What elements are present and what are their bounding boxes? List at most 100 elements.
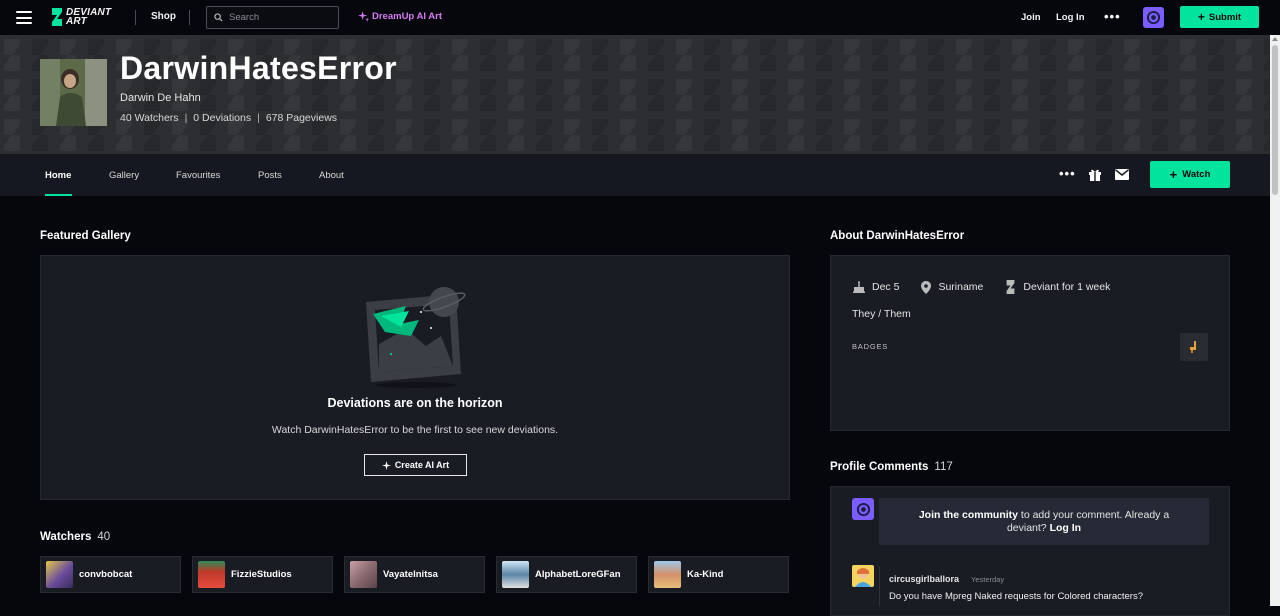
- profile-comments-title: Profile Comments 117: [830, 461, 953, 473]
- commenter-avatar[interactable]: [852, 565, 874, 587]
- comment-item: circusgirlballora Yesterday Do you have …: [879, 566, 1209, 606]
- guest-avatar: [852, 498, 874, 520]
- tab-about[interactable]: About: [319, 170, 344, 181]
- dreamup-link[interactable]: DreamUp AI Art: [358, 11, 442, 22]
- mail-icon[interactable]: [1115, 169, 1129, 180]
- comments-count: 117: [934, 461, 953, 473]
- member-since-item: Deviant for 1 week: [1005, 280, 1110, 294]
- watcher-name: FizzieStudios: [231, 569, 292, 580]
- profile-avatar[interactable]: [40, 59, 107, 126]
- tab-gallery[interactable]: Gallery: [109, 170, 139, 181]
- comment-text: Do you have Mpreg Naked requests for Col…: [889, 591, 1143, 602]
- profile-comments-panel: Join the community to add your comment. …: [830, 486, 1230, 616]
- watcher-card[interactable]: AlphabetLoreGFan: [496, 556, 637, 593]
- watcher-card[interactable]: Vayatelnitsa: [344, 556, 485, 593]
- dreamup-icon: [381, 460, 391, 470]
- profile-realname: Darwin De Hahn: [120, 92, 201, 104]
- profile-tabs: Home Gallery Favourites Posts About •••: [0, 154, 1270, 196]
- login-link[interactable]: Log In: [1056, 12, 1085, 23]
- shop-link[interactable]: Shop: [151, 11, 176, 22]
- birthday-item: Dec 5: [853, 281, 899, 293]
- create-ai-art-button[interactable]: Create AI Art: [364, 454, 467, 476]
- comment-timestamp: Yesterday: [971, 575, 1005, 584]
- watchers-count: 40: [97, 531, 111, 543]
- watcher-avatar: [654, 561, 681, 588]
- watcher-name: Vayatelnitsa: [383, 569, 438, 580]
- logo-text: DEVIANT ART: [66, 8, 111, 27]
- watcher-avatar: [350, 561, 377, 588]
- gift-icon[interactable]: [1088, 167, 1102, 181]
- active-tab-indicator: [45, 194, 72, 196]
- location-pin-icon: [921, 280, 932, 294]
- watchers-title: Watchers 40: [40, 531, 110, 543]
- plus-icon: +: [1197, 10, 1205, 24]
- pronouns-text: They / Them: [852, 308, 911, 320]
- scroll-up-arrow[interactable]: [1272, 37, 1278, 41]
- stat-pageviews: 678 Pageviews: [265, 112, 338, 124]
- tab-posts[interactable]: Posts: [258, 170, 282, 181]
- empty-gallery-heading: Deviations are on the horizon: [327, 396, 503, 410]
- join-community-link[interactable]: Join the community: [919, 509, 1018, 521]
- empty-gallery-subtitle: Watch DarwinHatesError to be the first t…: [271, 424, 559, 436]
- join-rest-text: to add your comment. Already a deviant?: [1006, 508, 1170, 534]
- tab-home[interactable]: Home: [45, 170, 71, 181]
- plus-icon: +: [1169, 166, 1178, 182]
- badges-label: BADGES: [852, 342, 889, 351]
- cake-icon: [853, 281, 865, 293]
- birthday-text: Dec 5: [872, 281, 900, 293]
- commenter-avatar-image: [852, 565, 874, 587]
- watcher-avatar: [198, 561, 225, 588]
- about-title: About DarwinHatesError: [830, 230, 965, 242]
- featured-gallery-title: Featured Gallery: [40, 230, 131, 242]
- user-avatar[interactable]: [1143, 7, 1164, 28]
- profile-photo: [40, 59, 107, 126]
- page-scrollbar[interactable]: [1270, 35, 1280, 606]
- stat-watchers[interactable]: 40 Watchers: [120, 112, 179, 124]
- watch-button[interactable]: + Watch: [1150, 161, 1230, 188]
- deviantart-logo[interactable]: DEVIANT ART: [50, 8, 111, 27]
- watcher-avatar: [46, 561, 73, 588]
- sparkle-icon: [358, 11, 369, 22]
- watcher-name: AlphabetLoreGFan: [535, 569, 621, 580]
- join-link[interactable]: Join: [1021, 12, 1041, 23]
- comments-label: Profile Comments: [830, 461, 929, 473]
- join-prompt-text: Join the community to add your comment. …: [905, 509, 1183, 535]
- about-info-row: Dec 5 Suriname Deviant for 1 week: [853, 280, 1110, 294]
- comment-login-link[interactable]: Log In: [1050, 522, 1082, 534]
- profile-stats: 40 Watchers | 0 Deviations | 678 Pagevie…: [120, 112, 337, 124]
- profile-username: DarwinHatesError: [120, 50, 397, 86]
- location-text: Suriname: [938, 281, 984, 293]
- tab-favourites[interactable]: Favourites: [176, 170, 220, 181]
- comment-username[interactable]: circusgirlballora: [889, 574, 959, 584]
- search-input[interactable]: [229, 12, 329, 23]
- watchers-label: Watchers: [40, 531, 92, 543]
- stat-separator: |: [257, 112, 260, 124]
- default-avatar-icon: [856, 502, 870, 516]
- search-icon: [214, 13, 223, 22]
- location-item: Suriname: [921, 280, 984, 294]
- scrollbar-thumb[interactable]: [1272, 45, 1278, 195]
- watch-label: Watch: [1182, 169, 1211, 180]
- stat-separator: |: [184, 112, 188, 124]
- watcher-card[interactable]: convbobcat: [40, 556, 181, 593]
- more-icon[interactable]: •••: [1104, 9, 1121, 24]
- watchers-list: convbobcat FizzieStudios Vayatelnitsa Al…: [40, 556, 789, 593]
- divider: [189, 10, 190, 25]
- deviantart-icon: [1007, 280, 1015, 294]
- submit-button[interactable]: + Submit: [1180, 6, 1259, 28]
- deviantart-logo-icon: [52, 8, 62, 26]
- create-ai-art-label: Create AI Art: [394, 460, 450, 470]
- watcher-card[interactable]: Ka-Kind: [648, 556, 789, 593]
- more-options-icon[interactable]: •••: [1059, 166, 1076, 181]
- watcher-card[interactable]: FizzieStudios: [192, 556, 333, 593]
- featured-gallery-panel: Deviations are on the horizon Watch Darw…: [40, 255, 790, 500]
- join-community-prompt: Join the community to add your comment. …: [879, 498, 1209, 545]
- watcher-name: convbobcat: [79, 569, 133, 580]
- menu-icon[interactable]: [16, 11, 32, 24]
- about-panel: Dec 5 Suriname Deviant for 1 week They /…: [830, 255, 1230, 431]
- stat-deviations: 0 Deviations: [193, 112, 252, 124]
- search-box[interactable]: [206, 6, 339, 29]
- badge-tile[interactable]: [1180, 333, 1208, 361]
- badge-icon: [1190, 341, 1196, 353]
- member-since-text: Deviant for 1 week: [1023, 281, 1111, 293]
